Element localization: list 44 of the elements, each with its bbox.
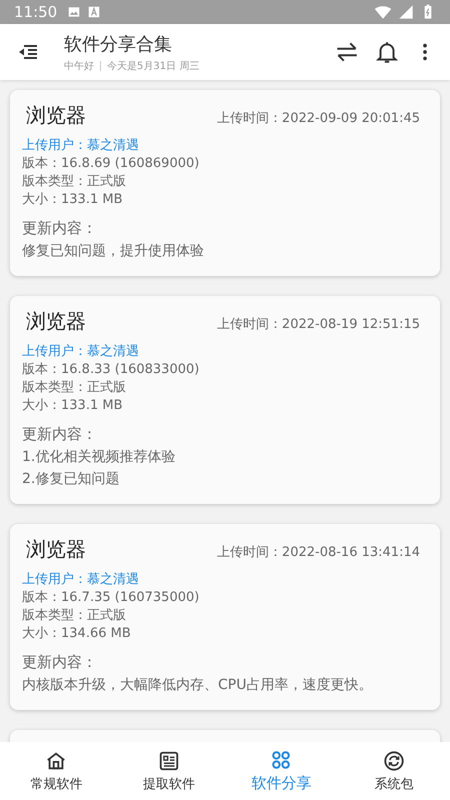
app-card[interactable]: 浏览器 上传时间：2022-08-16 13:41:14 上传用户：慕之清遇 版本：16.7.35 (160735000) 版本类型：正式版 大小：134.66 MB 更新内容： 内核版本升级，大幅降低内存、CPU占用率，速度更快。	[10, 524, 440, 710]
uploader-link[interactable]: 上传用户：慕之清遇	[22, 571, 428, 589]
greeting-text: 中午好	[64, 60, 94, 72]
list-icon	[158, 750, 180, 772]
app-name: 浏览器	[26, 102, 86, 129]
app-title: 软件分享合集	[64, 32, 173, 56]
image-icon	[67, 5, 82, 19]
version-text: 版本：16.8.33 (160833000)	[22, 361, 200, 379]
nav-tab[interactable]: 系统包	[338, 742, 450, 800]
size-text: 大小：133.1 MB	[22, 397, 124, 415]
upload-time: 上传时间：2022-09-09 20:01:45	[216, 110, 421, 127]
nav-tab[interactable]: 提取软件	[112, 742, 225, 800]
changelog-label: 更新内容：	[22, 218, 98, 239]
version-type-text: 版本类型：正式版	[22, 607, 127, 625]
wifi-icon	[374, 3, 392, 21]
version-text: 版本：16.8.69 (160869000)	[22, 155, 200, 173]
notification-icon	[87, 5, 102, 19]
changelog-label: 更新内容：	[22, 424, 98, 445]
nav-tab[interactable]: 软件分享	[225, 742, 338, 800]
app-name: 浏览器	[26, 308, 86, 335]
upload-time: 上传时间：2022-08-16 13:41:14	[216, 544, 421, 561]
app-card[interactable]: 浏览器 上传时间：2022-08-19 12:51:15 上传用户：慕之清遇 版本：16.8.33 (160833000) 版本类型：正式版 大小：133.1 MB 更新内容： 1.优化相关视频推荐体验 2.修复已知问题	[10, 296, 440, 504]
status-time: 11:50	[14, 3, 58, 21]
version-type-text: 版本类型：正式版	[22, 379, 127, 397]
size-text: 大小：133.1 MB	[22, 191, 124, 209]
app-card[interactable]: 浏览器 上传时间：2022-09-09 20:01:45 上传用户：慕之清遇 版本：16.8.69 (160869000) 版本类型：正式版 大小：133.1 MB 更新内容： 修复已知问题，提升使用体验	[10, 90, 440, 276]
uploader-link[interactable]: 上传用户：慕之清遇	[22, 137, 428, 155]
refresh-icon	[382, 750, 405, 772]
changelog-text: 2.修复已知问题	[22, 470, 120, 489]
nav-tab[interactable]: 常规软件	[0, 742, 112, 800]
home-icon	[45, 750, 68, 772]
circles-icon	[270, 749, 292, 771]
version-type-text: 版本类型：正式版	[22, 173, 127, 191]
upload-time: 上传时间：2022-08-19 12:51:15	[216, 316, 421, 333]
signal-icon	[398, 4, 414, 20]
changelog-text: 内核版本升级，大幅降低内存、CPU占用率，速度更快。	[22, 676, 374, 695]
app-name: 浏览器	[26, 536, 86, 563]
uploader-link[interactable]: 上传用户：慕之清遇	[22, 343, 428, 361]
changelog-text: 修复已知问题，提升使用体验	[22, 242, 205, 261]
version-text: 版本：16.7.35 (160735000)	[22, 589, 200, 607]
changelog-label: 更新内容：	[22, 652, 98, 673]
changelog-text: 1.优化相关视频推荐体验	[22, 448, 176, 467]
date-text: 今天是5月31日 周三	[107, 60, 200, 72]
size-text: 大小：134.66 MB	[22, 625, 132, 643]
